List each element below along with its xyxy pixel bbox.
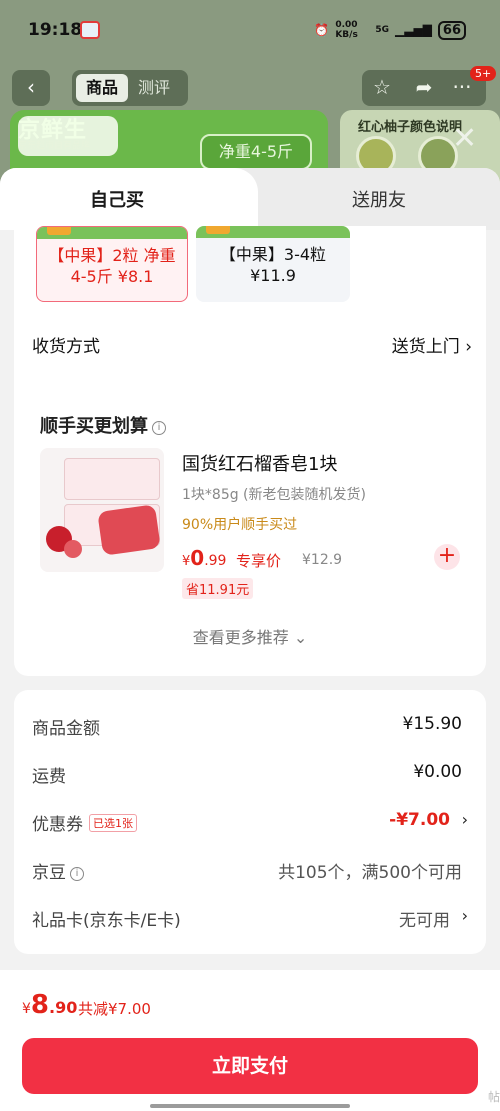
sheet-tabs: 自己买 送朋友 (0, 168, 500, 230)
app-notification-icon (80, 21, 100, 39)
summary-row-goods: 商品金额 ¥15.90 (32, 714, 468, 744)
pay-now-button[interactable]: 立即支付 (22, 1038, 478, 1094)
spec-option-line: ¥11.9 (250, 266, 296, 285)
spec-option-selected[interactable]: 【中果】2粒 净重 4-5斤 ¥8.1 (36, 226, 188, 302)
signal-label: 5G (375, 25, 389, 35)
summary-row-shipping: 运费 ¥0.00 (32, 762, 468, 792)
status-bar: 19:18 ⏰ 0.00 KB/s 5G ▁▃▅▇ 66 (0, 0, 500, 60)
summary-row-jingdou: 京豆 i 共105个，满500个可用 (32, 858, 468, 888)
summary-row-coupon[interactable]: 优惠券 已选1张 -¥7.00 › (32, 810, 468, 840)
net-speed: 0.00 KB/s (335, 20, 358, 40)
signal-icon: ▁▃▅▇ (394, 23, 432, 37)
status-icons: ⏰ 0.00 KB/s 5G ▁▃▅▇ 66 (314, 20, 466, 40)
status-time: 19:18 (28, 20, 83, 40)
summary-label: 商品金额 (32, 719, 100, 739)
color-guide-title: 红心柚子颜色说明 (358, 120, 463, 135)
price-label: 专享价 (236, 552, 282, 570)
chevron-right-icon: › (465, 337, 472, 357)
total-price: ¥8.90 (22, 990, 78, 1020)
weight-tag: 净重4-5斤 (200, 134, 312, 170)
delivery-method-row[interactable]: 收货方式 送货上门 › (32, 326, 472, 362)
spec-option[interactable]: 【中果】3-4粒 ¥11.9 (196, 226, 350, 302)
delivery-label: 收货方式 (32, 337, 100, 357)
spec-option-line: 4-5斤 ¥8.1 (70, 267, 154, 286)
tab-gift-friend[interactable]: 送朋友 (352, 186, 406, 212)
see-more-link[interactable]: 查看更多推荐 ⌄ (14, 624, 486, 648)
add-to-order-button[interactable]: + (434, 544, 460, 570)
tab-product[interactable]: 商品 (76, 74, 128, 102)
alarm-icon: ⏰ (314, 23, 330, 37)
summary-label: 优惠券 已选1张 (32, 810, 137, 835)
back-button[interactable]: ‹ (12, 70, 50, 106)
coupon-selected-tag: 已选1张 (89, 814, 137, 832)
summary-label: 京豆 i (32, 858, 84, 883)
product-image[interactable] (40, 448, 164, 572)
corner-watermark: 帖 (487, 1090, 500, 1104)
spec-option-line: 【中果】3-4粒 (219, 245, 327, 264)
checkout-bar: ¥8.90 共减¥7.00 立即支付 (0, 970, 500, 1111)
summary-value: ¥0.00 (413, 762, 462, 782)
close-icon[interactable]: ✕ (452, 124, 477, 154)
chevron-down-icon: ⌄ (293, 628, 308, 647)
summary-value: 无可用 (399, 911, 450, 931)
summary-label: 礼品卡(京东卡/E卡) (32, 911, 181, 931)
save-badge: 省11.91元 (182, 578, 254, 599)
delivery-value: 送货上门 › (391, 337, 472, 357)
order-summary: 商品金额 ¥15.90 运费 ¥0.00 优惠券 已选1张 -¥7.00 › 京豆… (14, 690, 486, 954)
total-saved: 共减¥7.00 (78, 1000, 151, 1018)
summary-value: ¥15.90 (402, 714, 462, 734)
summary-value: 共105个，满500个可用 (278, 863, 462, 883)
share-icon[interactable]: ➦ (408, 72, 440, 102)
brand-subtitle: 京东超市自有品牌 (18, 141, 91, 151)
summary-row-giftcard[interactable]: 礼品卡(京东卡/E卡) 无可用 › (32, 906, 468, 936)
product-name[interactable]: 国货红石榴香皂1块 (182, 450, 337, 476)
battery-level: 66 (437, 20, 466, 40)
coupon-discount: -¥7.00 (389, 810, 450, 830)
recommendation-card: 顺手买更划算 i 国货红石榴香皂1块 1块*85g (新老包装随机发货) 90%用… (14, 394, 486, 676)
home-indicator (150, 1104, 350, 1108)
chevron-right-icon: › (461, 906, 468, 925)
chevron-right-icon: › (461, 810, 468, 829)
info-icon[interactable]: i (70, 867, 84, 881)
original-price: ¥12.9 (302, 552, 343, 568)
message-badge: 5+ (470, 66, 497, 81)
spec-option-line: 【中果】2粒 净重 (48, 246, 176, 265)
product-nav: ‹ 商品 测评 ☆ ➦ ··· 5+ (0, 66, 500, 108)
tab-review[interactable]: 测评 (138, 74, 170, 102)
product-spec: 1块*85g (新老包装随机发货) (182, 487, 366, 503)
star-icon[interactable]: ☆ (366, 72, 398, 102)
social-proof: 90%用户顺手买过 (182, 517, 298, 533)
product-price: ¥0.99 (182, 546, 227, 570)
summary-label: 运费 (32, 767, 66, 787)
tab-buy-self[interactable]: 自己买 (90, 186, 144, 212)
info-icon[interactable]: i (152, 421, 166, 435)
recommendation-title: 顺手买更划算 i (40, 412, 166, 438)
